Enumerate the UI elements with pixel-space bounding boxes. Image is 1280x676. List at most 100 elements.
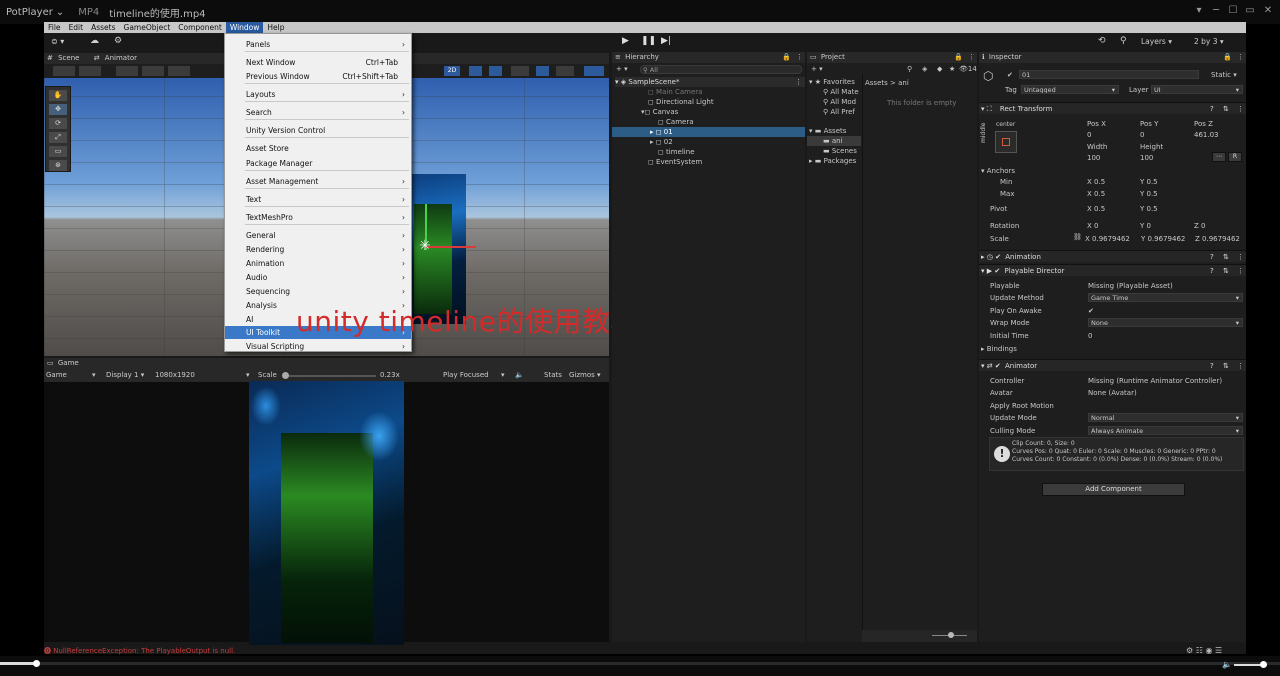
volume-slider[interactable] <box>1234 664 1262 666</box>
window-menu-item-asset-management[interactable]: Asset Management › <box>225 175 411 188</box>
window-menu-item-asset-store[interactable]: Asset Store <box>225 142 411 155</box>
hierarchy-item-02[interactable]: ▸ ◻ 02 <box>650 137 673 147</box>
menu-help[interactable]: Help <box>263 22 288 33</box>
active-checkbox[interactable]: ✔ <box>1007 71 1013 79</box>
volume-icon[interactable]: 🔈 <box>1222 660 1232 669</box>
expand-arrow-icon[interactable]: ▾ <box>981 167 985 175</box>
hierarchy-item-main-camera[interactable]: ◻ Main Camera <box>648 87 702 97</box>
scene-tool-d[interactable] <box>142 66 164 76</box>
scale-z-value[interactable]: Z 0.9679462 <box>1195 234 1240 244</box>
cloud-icon[interactable]: ☁ <box>90 36 99 46</box>
more-icon[interactable]: ⋮ <box>795 77 802 87</box>
tab-inspector[interactable]: Inspector <box>989 53 1022 61</box>
window-menu-item-unity-version-control[interactable]: Unity Version Control <box>225 124 411 137</box>
help-icon[interactable]: ? <box>1210 265 1214 277</box>
tab-scene[interactable]: Scene <box>58 54 79 62</box>
maximize-icon[interactable]: ☐ <box>1227 5 1239 17</box>
more-icon[interactable]: ⋮ <box>1237 103 1244 115</box>
gizmo-toggle[interactable] <box>584 66 604 76</box>
minimize-icon[interactable]: ─ <box>1210 5 1222 17</box>
bindings-foldout[interactable]: ▸ Bindings <box>981 344 1017 354</box>
preset-icon[interactable]: ⇅ <box>1223 103 1229 115</box>
max-y-value[interactable]: Y 0.5 <box>1140 189 1158 199</box>
pos-x-value[interactable]: 0 <box>1087 130 1091 140</box>
label-icon[interactable]: ◆ <box>937 65 942 73</box>
play-mode-chevron[interactable]: ▾ <box>501 371 505 379</box>
scene-tool-a[interactable] <box>53 66 75 76</box>
expand-arrow-icon[interactable]: ▾ <box>981 105 985 113</box>
project-zoom-slider[interactable] <box>862 630 977 642</box>
window-menu-item-rendering[interactable]: Rendering › <box>225 243 411 256</box>
rect-tool-icon[interactable]: ▭ <box>49 146 67 157</box>
preset-icon[interactable]: ⇅ <box>1223 251 1229 263</box>
packages-folder[interactable]: ▸ ▬ Packages <box>809 156 856 166</box>
console-error-line[interactable]: ⓿ NullReferenceException: The PlayableOu… <box>44 646 644 656</box>
max-x-value[interactable]: X 0.5 <box>1087 189 1105 199</box>
game-mode-chevron[interactable]: ▾ <box>92 371 96 379</box>
window-menu-item-textmeshpro[interactable]: TextMeshPro › <box>225 211 411 224</box>
resolution-dropdown[interactable]: 1080x1920 <box>155 371 195 379</box>
lock-icon[interactable]: 🔒 <box>1223 52 1232 63</box>
menu-file[interactable]: File <box>44 22 65 33</box>
menu-component[interactable]: Component <box>174 22 226 33</box>
visibility-toggle[interactable] <box>536 66 549 76</box>
layers-dropdown[interactable]: Layers ▾ <box>1141 37 1172 46</box>
pos-y-value[interactable]: 0 <box>1140 130 1144 140</box>
width-value[interactable]: 100 <box>1087 153 1100 163</box>
subtitle-icon[interactable]: ⚙ <box>1186 646 1193 655</box>
static-toggle[interactable]: Static ▾ <box>1211 70 1237 80</box>
lock-icon[interactable]: 🔒 <box>954 52 963 63</box>
more-icon[interactable]: ⋮ <box>1237 360 1244 372</box>
height-value[interactable]: 100 <box>1140 153 1153 163</box>
scene-tool-c[interactable] <box>116 66 138 76</box>
anchors-label[interactable]: ▾ Anchors <box>981 166 1015 176</box>
enabled-checkbox[interactable]: ✔ <box>994 267 1000 275</box>
field-dropdown[interactable]: Normal ▾ <box>1088 413 1243 422</box>
link-icon[interactable]: ⛓ <box>1073 233 1082 241</box>
rotation-z-value[interactable]: Z 0 <box>1194 221 1205 231</box>
tab-project[interactable]: Project <box>821 53 845 61</box>
chevron-down-icon[interactable]: ⌄ <box>56 7 64 18</box>
expand-arrow-icon[interactable]: ▸ <box>809 157 813 165</box>
object-name-input[interactable]: 01 <box>1019 70 1199 79</box>
favorites-item[interactable]: ⚲ All Mod <box>823 97 856 107</box>
window-menu-item-text[interactable]: Text › <box>225 193 411 206</box>
expand-arrow-icon[interactable]: ▸ <box>650 128 654 136</box>
tab-animator[interactable]: Animator <box>105 54 137 62</box>
hierarchy-item-directional-light[interactable]: ◻ Directional Light <box>648 97 714 107</box>
more-icon[interactable]: ⋮ <box>1237 265 1244 277</box>
expand-arrow-icon[interactable]: ▾ <box>981 267 985 275</box>
window-menu-item-previous-window[interactable]: Previous Window Ctrl+Shift+Tab <box>225 70 411 83</box>
pivot-y-value[interactable]: Y 0.5 <box>1140 204 1158 214</box>
rect-transform-header[interactable]: ▾ ⛶ Rect Transform ? ⇅ ⋮ <box>979 102 1246 114</box>
pos-z-value[interactable]: 461.03 <box>1194 130 1219 140</box>
play-mode-dropdown[interactable]: Play Focused <box>443 371 489 379</box>
more-icon[interactable]: ⋮ <box>968 52 975 63</box>
settings-icon[interactable]: ⚙ <box>114 36 122 46</box>
rotation-x-value[interactable]: X 0 <box>1087 221 1098 231</box>
close-icon[interactable]: ✕ <box>1262 5 1274 17</box>
rotation-y-value[interactable]: Y 0 <box>1140 221 1151 231</box>
audio-mute-icon[interactable]: 🔈 <box>515 371 524 379</box>
star-icon[interactable]: ★ <box>949 65 955 73</box>
hierarchy-item-timeline[interactable]: ◻ timeline <box>658 147 695 157</box>
lock-icon[interactable]: 🔒 <box>782 52 791 63</box>
playlist-icon[interactable]: ☰ <box>1215 646 1222 655</box>
scene-tool-b[interactable] <box>79 66 101 76</box>
window-menu-item-panels[interactable]: Panels › <box>225 38 411 51</box>
field-dropdown[interactable]: Game Time ▾ <box>1088 293 1243 302</box>
record-icon[interactable]: ◉ <box>1205 646 1212 655</box>
scale-slider-thumb[interactable] <box>282 372 289 379</box>
menu-gameobject[interactable]: GameObject <box>120 22 175 33</box>
hierarchy-add-button[interactable]: + ▾ <box>616 65 628 73</box>
search-icon[interactable]: ⚲ <box>1120 36 1127 46</box>
move-gizmo-center[interactable]: ✳ <box>419 239 431 253</box>
window-menu-item-package-manager[interactable]: Package Manager <box>225 157 411 170</box>
visibility-count[interactable]: 👁14 <box>959 65 977 73</box>
add-component-button[interactable]: Add Component <box>1042 483 1185 496</box>
player-app-name[interactable]: PotPlayer <box>6 7 53 18</box>
project-divider[interactable] <box>862 74 863 642</box>
hand-tool-icon[interactable]: ✋ <box>49 90 67 101</box>
hierarchy-search-input[interactable]: ⚲ All <box>640 65 802 74</box>
speed-icon[interactable]: ☷ <box>1196 646 1203 655</box>
